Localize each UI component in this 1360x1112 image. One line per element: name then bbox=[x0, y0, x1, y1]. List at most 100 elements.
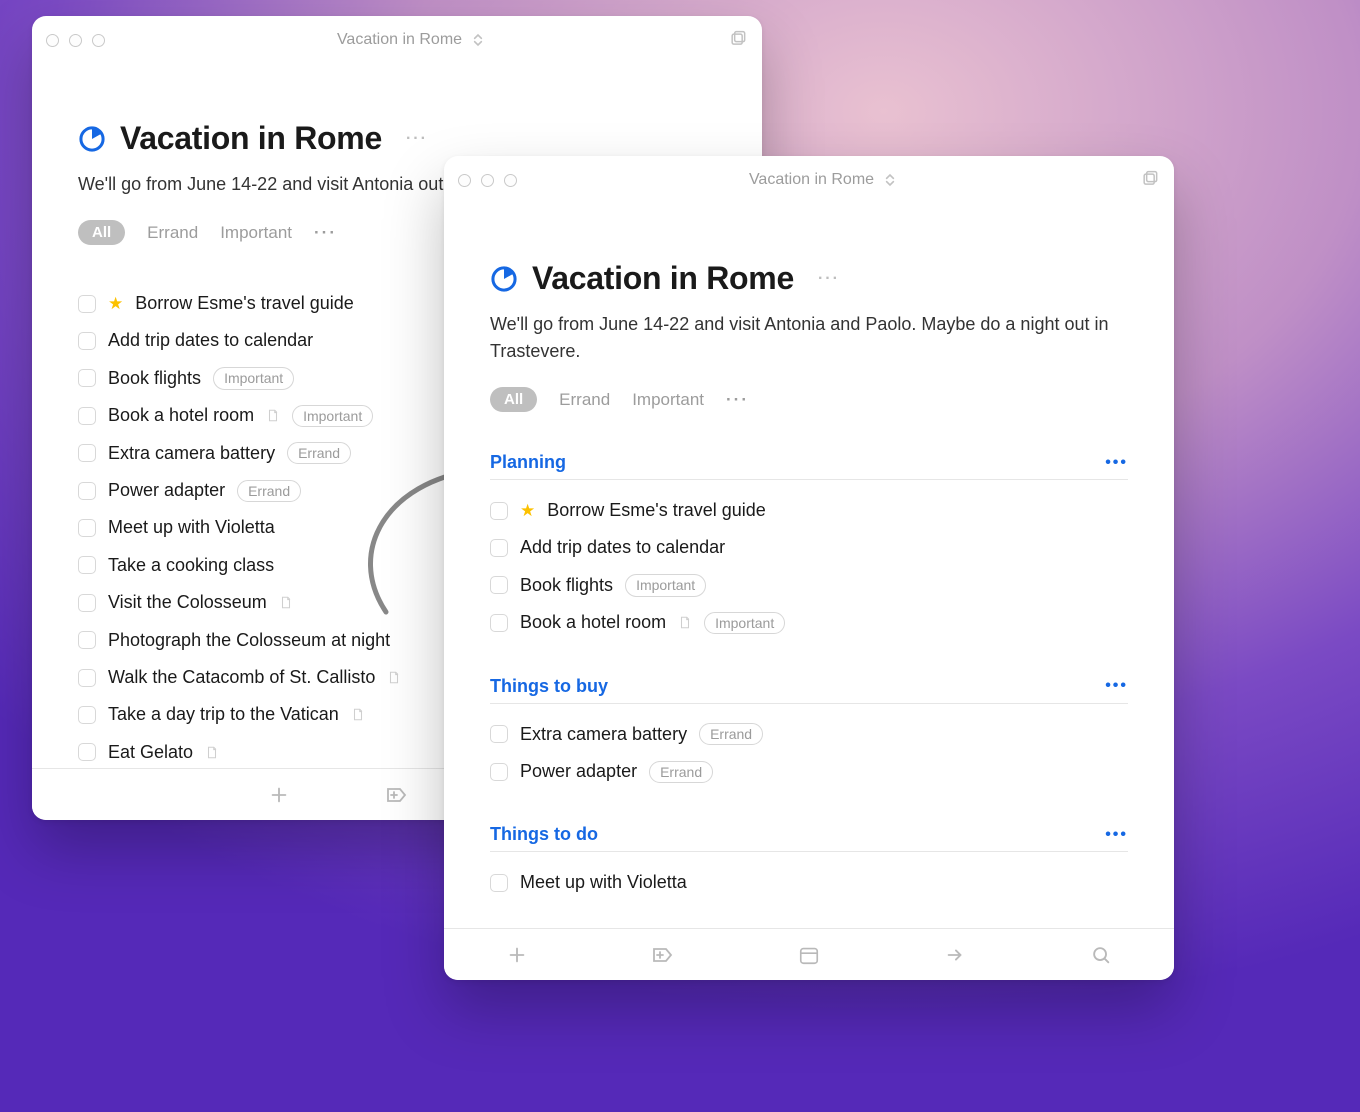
new-window-icon[interactable] bbox=[728, 30, 748, 50]
content: Vacation in Rome ··· We'll go from June … bbox=[444, 204, 1174, 928]
note-icon bbox=[678, 614, 692, 631]
filter-more-icon[interactable]: ··· bbox=[726, 390, 749, 410]
search-icon bbox=[1090, 944, 1112, 966]
titlebar-title[interactable]: Vacation in Rome bbox=[113, 30, 712, 50]
project-title[interactable]: Vacation in Rome bbox=[532, 260, 794, 297]
new-heading-button[interactable] bbox=[384, 782, 410, 808]
section: Things to do ••• Meet up with Violetta bbox=[490, 824, 1128, 901]
filter-bar: All Errand Important ··· bbox=[490, 387, 1128, 412]
checkbox[interactable] bbox=[78, 332, 96, 350]
checkbox[interactable] bbox=[78, 631, 96, 649]
tag-badge[interactable]: Errand bbox=[237, 480, 301, 502]
todo-title: Take a cooking class bbox=[108, 554, 274, 577]
checkbox[interactable] bbox=[78, 669, 96, 687]
todo-item[interactable]: Power adapterErrand bbox=[490, 753, 1128, 790]
star-icon: ★ bbox=[108, 293, 123, 315]
note-icon bbox=[205, 744, 219, 761]
max-dot[interactable] bbox=[92, 34, 105, 47]
section-more-icon[interactable]: ••• bbox=[1105, 677, 1128, 695]
section-header[interactable]: Planning••• bbox=[490, 452, 1128, 480]
section-title: Things to do bbox=[490, 824, 598, 845]
checkbox[interactable] bbox=[78, 556, 96, 574]
filter-all[interactable]: All bbox=[490, 387, 537, 412]
checkbox[interactable] bbox=[490, 539, 508, 557]
new-todo-button[interactable] bbox=[504, 942, 530, 968]
checkbox[interactable] bbox=[78, 706, 96, 724]
note-icon bbox=[387, 669, 401, 686]
todo-title: Photograph the Colosseum at night bbox=[108, 629, 390, 652]
todo-item[interactable]: ★Borrow Esme's travel guide bbox=[490, 492, 1128, 529]
todo-title: Book a hotel room bbox=[108, 404, 254, 427]
checkbox[interactable] bbox=[78, 444, 96, 462]
titlebar: Vacation in Rome bbox=[32, 16, 762, 64]
section-more-icon[interactable]: ••• bbox=[1105, 826, 1128, 844]
todo-item[interactable]: Meet up with Violetta bbox=[490, 864, 1128, 901]
traffic-lights[interactable] bbox=[458, 174, 517, 187]
star-icon: ★ bbox=[520, 500, 535, 522]
tag-badge[interactable]: Errand bbox=[287, 442, 351, 464]
checkbox[interactable] bbox=[78, 519, 96, 537]
tag-badge[interactable]: Important bbox=[625, 574, 706, 596]
tag-badge[interactable]: Errand bbox=[699, 723, 763, 745]
plus-icon bbox=[268, 784, 290, 806]
checkbox[interactable] bbox=[490, 614, 508, 632]
window-things-b: Vacation in Rome Vacation in Rome ··· We… bbox=[444, 156, 1174, 980]
close-dot[interactable] bbox=[46, 34, 59, 47]
new-todo-button[interactable] bbox=[266, 782, 292, 808]
min-dot[interactable] bbox=[481, 174, 494, 187]
todo-title: Book a hotel room bbox=[520, 611, 666, 634]
titlebar-title[interactable]: Vacation in Rome bbox=[525, 170, 1124, 190]
move-button[interactable] bbox=[942, 942, 968, 968]
filter-important[interactable]: Important bbox=[632, 390, 704, 410]
filter-all[interactable]: All bbox=[78, 220, 125, 245]
project-title[interactable]: Vacation in Rome bbox=[120, 120, 382, 157]
close-dot[interactable] bbox=[458, 174, 471, 187]
checkbox[interactable] bbox=[490, 502, 508, 520]
project-notes[interactable]: We'll go from June 14-22 and visit Anton… bbox=[490, 311, 1128, 365]
todo-title: Extra camera battery bbox=[520, 723, 687, 746]
project-more-icon[interactable]: ··· bbox=[818, 270, 840, 288]
note-icon bbox=[266, 407, 280, 424]
tag-badge[interactable]: Errand bbox=[649, 761, 713, 783]
note-icon bbox=[351, 706, 365, 723]
todo-item[interactable]: Extra camera battery Errand bbox=[490, 716, 1128, 753]
todo-item[interactable]: Book flightsImportant bbox=[490, 567, 1128, 604]
min-dot[interactable] bbox=[69, 34, 82, 47]
checkbox[interactable] bbox=[78, 407, 96, 425]
plus-icon bbox=[506, 944, 528, 966]
search-button[interactable] bbox=[1088, 942, 1114, 968]
tag-badge[interactable]: Important bbox=[213, 367, 294, 389]
checkbox[interactable] bbox=[78, 369, 96, 387]
new-heading-button[interactable] bbox=[650, 942, 676, 968]
todo-list: Extra camera batteryErrandPower adapterE… bbox=[490, 716, 1128, 791]
checkbox[interactable] bbox=[490, 763, 508, 781]
filter-errand[interactable]: Errand bbox=[147, 223, 198, 243]
checkbox[interactable] bbox=[78, 482, 96, 500]
todo-title: Meet up with Violetta bbox=[520, 871, 687, 894]
checkbox[interactable] bbox=[490, 874, 508, 892]
checkbox[interactable] bbox=[490, 576, 508, 594]
checkbox[interactable] bbox=[78, 594, 96, 612]
checkbox[interactable] bbox=[78, 295, 96, 313]
filter-important[interactable]: Important bbox=[220, 223, 292, 243]
tag-badge[interactable]: Important bbox=[292, 405, 373, 427]
todo-title: Book flights bbox=[108, 367, 201, 390]
bottom-toolbar bbox=[444, 928, 1174, 980]
section-more-icon[interactable]: ••• bbox=[1105, 454, 1128, 472]
todo-title: Borrow Esme's travel guide bbox=[135, 292, 354, 315]
todo-item[interactable]: Book a hotel room Important bbox=[490, 604, 1128, 641]
todo-item[interactable]: Add trip dates to calendar bbox=[490, 529, 1128, 566]
titlebar: Vacation in Rome bbox=[444, 156, 1174, 204]
traffic-lights[interactable] bbox=[46, 34, 105, 47]
checkbox[interactable] bbox=[490, 725, 508, 743]
project-more-icon[interactable]: ··· bbox=[406, 130, 428, 148]
section-header[interactable]: Things to do ••• bbox=[490, 824, 1128, 852]
new-window-icon[interactable] bbox=[1140, 170, 1160, 190]
tag-badge[interactable]: Important bbox=[704, 612, 785, 634]
filter-more-icon[interactable]: ··· bbox=[314, 223, 337, 243]
calendar-button[interactable] bbox=[796, 942, 822, 968]
max-dot[interactable] bbox=[504, 174, 517, 187]
section-header[interactable]: Things to buy••• bbox=[490, 676, 1128, 704]
filter-errand[interactable]: Errand bbox=[559, 390, 610, 410]
checkbox[interactable] bbox=[78, 743, 96, 761]
